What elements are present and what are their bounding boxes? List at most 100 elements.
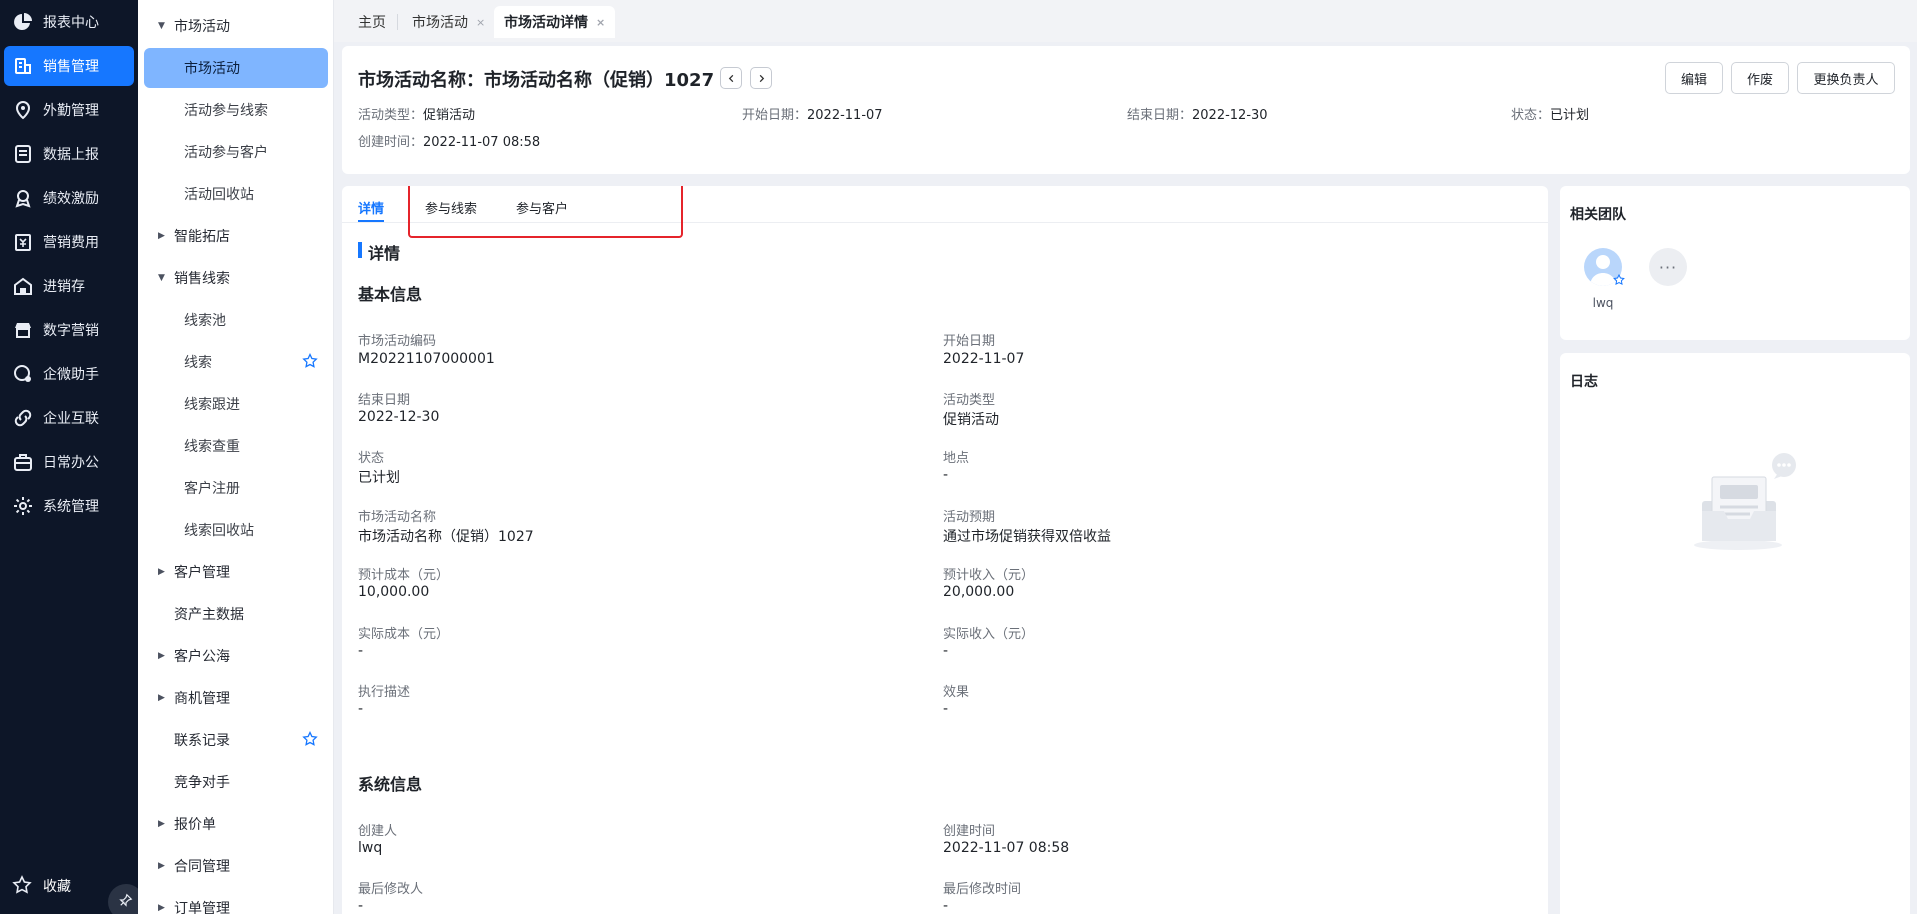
star-outline-icon [12,875,34,897]
highlight-box [408,186,683,238]
close-icon[interactable]: × [596,16,605,29]
rail-item-wecom[interactable]: 企微助手 [4,354,134,394]
subnav-item-activity-leads[interactable]: 活动参与线索 [144,90,328,130]
subnav-group-quotes[interactable]: ▶ 报价单 [144,804,328,844]
caret-right-icon: ▶ [158,819,165,829]
related-team-card: 相关团队 lwq ··· [1560,186,1910,340]
basic-info-heading: 基本信息 [358,285,423,304]
edit-button[interactable]: 编辑 [1665,62,1723,94]
tab-marketing-activity-detail[interactable]: 市场活动详情 × [494,6,616,38]
more-members-button[interactable]: ··· [1649,248,1687,286]
subnav-item-lead-recycle[interactable]: 线索回收站 [144,510,328,550]
subnav-group-customer-pool[interactable]: ▶ 客户公海 [144,636,328,676]
sales-icon [12,55,34,77]
subnav-label: 活动参与线索 [184,103,268,119]
tab-home[interactable]: 主页 [348,6,396,38]
subnav-item-competitors[interactable]: 竞争对手 [144,762,328,802]
caret-down-icon: ▼ [158,21,165,31]
subnav-label: 智能拓店 [174,229,230,245]
star-icon[interactable] [302,353,318,369]
rail-item-field[interactable]: 外勤管理 [4,90,134,130]
change-owner-button[interactable]: 更换负责人 [1797,62,1895,94]
field-value: 2022-12-30 [358,409,440,425]
rail-item-interconnect[interactable]: 企业互联 [4,398,134,438]
field-label: 实际成本（元） [358,627,450,642]
chevron-right-icon [759,74,764,82]
rail-item-data-report[interactable]: 数据上报 [4,134,134,174]
field-label: 活动预期 [943,510,996,525]
tab-marketing-activity[interactable]: 市场活动 × [402,6,495,38]
rail-label: 报表中心 [43,15,99,31]
subnav-item-lead-followup[interactable]: 线索跟进 [144,384,328,424]
log-title: 日志 [1570,374,1598,390]
field-value: M20221107000001 [358,351,495,367]
subnav-label: 销售线索 [174,271,230,287]
rail-item-reports[interactable]: 报表中心 [4,2,134,42]
subnav-group-customer-mgmt[interactable]: ▶ 客户管理 [144,552,328,592]
gear-icon [12,495,34,517]
meta-value: 促销活动 [423,108,476,123]
subnav-item-lead-pool[interactable]: 线索池 [144,300,328,340]
star-icon[interactable] [302,731,318,747]
subnav-item-activity-recycle[interactable]: 活动回收站 [144,174,328,214]
section-accent-bar [358,242,362,258]
next-record-button[interactable] [750,67,772,89]
meta-value: 已计划 [1550,108,1590,123]
subnav-group-opportunity[interactable]: ▶ 商机管理 [144,678,328,718]
rail-item-expense[interactable]: 营销费用 [4,222,134,262]
rail-label: 外勤管理 [43,103,99,119]
caret-down-icon: ▼ [158,273,165,283]
field-value: 2022-11-07 [943,351,1025,367]
tab-details[interactable]: 详情 [358,198,384,217]
field-label: 最后修改人 [358,882,424,897]
subnav-item-leads[interactable]: 线索 [144,342,328,382]
field-label: 结束日期 [358,393,411,408]
caret-right-icon: ▶ [158,651,165,661]
rail-item-sales[interactable]: 销售管理 [4,46,134,86]
subnav-item-marketing-activity[interactable]: 市场活动 [144,48,328,88]
warehouse-icon [12,275,34,297]
subnav-group-orders[interactable]: ▶ 订单管理 [144,888,328,914]
field-value: 通过市场促销获得双倍收益 [943,529,1111,545]
tab-label: 市场活动详情 [504,15,588,31]
rail-label: 企业互联 [43,411,99,427]
rail-label: 日常办公 [43,455,99,471]
field-label: 预计成本（元） [358,568,450,583]
subnav-item-asset-master[interactable]: 资产主数据 [144,594,328,634]
owner-star-icon [1613,274,1625,285]
subnav-group-smart-store[interactable]: ▶ 智能拓店 [144,216,328,256]
tab-label: 主页 [358,15,386,31]
subnav-group-sales-leads[interactable]: ▼ 销售线索 [144,258,328,298]
pie-chart-icon [12,11,34,33]
rail-label: 系统管理 [43,499,99,515]
rail-item-digital-marketing[interactable]: 数字营销 [4,310,134,350]
field-value: - [943,643,949,659]
favorites-label: 收藏 [43,879,71,895]
pin-icon [119,893,133,911]
rail-item-office[interactable]: 日常办公 [4,442,134,482]
void-button[interactable]: 作废 [1731,62,1789,94]
subnav-label: 联系记录 [174,733,230,749]
link-icon [12,407,34,429]
subnav-group-marketing-activity[interactable]: ▼ 市场活动 [144,6,328,46]
subnav-item-lead-dedupe[interactable]: 线索查重 [144,426,328,466]
field-value: 促销活动 [943,412,999,428]
meta-value: 2022-11-07 [807,108,883,123]
field-value: - [358,898,364,914]
prev-record-button[interactable] [720,67,742,89]
subnav-label: 客户公海 [174,649,230,665]
rail-item-performance[interactable]: 绩效激励 [4,178,134,218]
subnav-item-contact-records[interactable]: 联系记录 [144,720,328,760]
rail-item-inventory[interactable]: 进销存 [4,266,134,306]
rail-label: 销售管理 [43,59,99,75]
caret-right-icon: ▶ [158,567,165,577]
field-value: - [943,701,949,717]
subnav-group-contracts[interactable]: ▶ 合同管理 [144,846,328,886]
field-label: 创建时间 [943,824,996,839]
close-icon[interactable]: × [476,16,485,29]
field-value: - [943,467,949,483]
rail-item-system[interactable]: 系统管理 [4,486,134,526]
subnav-item-activity-customers[interactable]: 活动参与客户 [144,132,328,172]
rail-label: 数据上报 [43,147,99,163]
subnav-item-customer-register[interactable]: 客户注册 [144,468,328,508]
